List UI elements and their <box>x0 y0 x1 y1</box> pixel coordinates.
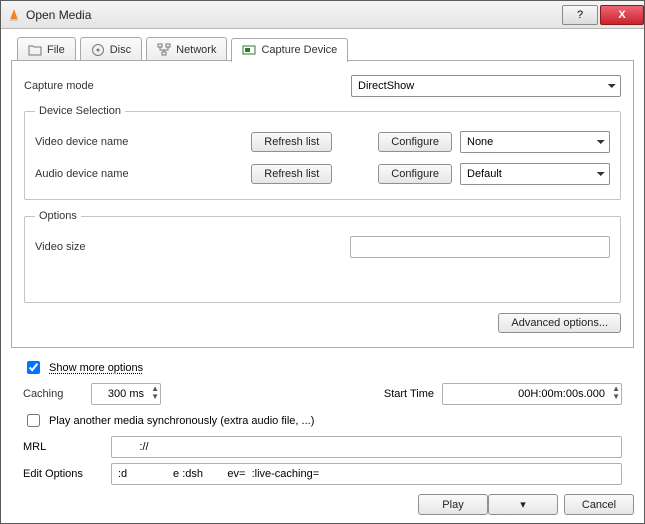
disc-icon <box>91 43 105 57</box>
edit-options-input[interactable] <box>111 463 622 485</box>
tab-network[interactable]: Network <box>146 37 227 61</box>
video-size-label: Video size <box>35 241 175 253</box>
chevron-down-icon: ▾ <box>520 499 526 511</box>
start-time-label: Start Time <box>384 388 434 400</box>
play-sync-label: Play another media synchronously (extra … <box>49 415 314 427</box>
audio-refresh-button[interactable]: Refresh list <box>251 164 332 184</box>
mrl-input[interactable] <box>111 436 622 458</box>
options-legend: Options <box>35 210 81 222</box>
advanced-options-button[interactable]: Advanced options... <box>498 313 621 333</box>
video-size-input[interactable] <box>350 236 610 258</box>
edit-options-label: Edit Options <box>23 468 103 480</box>
audio-device-label: Audio device name <box>35 168 175 180</box>
tab-capture[interactable]: Capture Device <box>231 38 348 62</box>
mrl-label: MRL <box>23 441 103 453</box>
show-more-options-check[interactable]: Show more options <box>23 358 622 377</box>
open-media-dialog: Open Media ? X File Disc Network Capture… <box>0 0 645 524</box>
start-time-spinner[interactable] <box>442 383 622 405</box>
spinner-buttons-icon[interactable]: ▲▼ <box>612 385 620 401</box>
play-sync-checkbox[interactable] <box>27 414 40 427</box>
show-more-label: Show more options <box>49 362 143 374</box>
close-button[interactable]: X <box>600 5 644 25</box>
tab-bar: File Disc Network Capture Device <box>11 37 634 61</box>
video-refresh-button[interactable]: Refresh list <box>251 132 332 152</box>
folder-icon <box>28 43 42 57</box>
video-device-label: Video device name <box>35 136 175 148</box>
app-icon <box>7 8 21 22</box>
titlebar: Open Media ? X <box>1 1 644 29</box>
audio-configure-button[interactable]: Configure <box>378 164 452 184</box>
dialog-footer: Play ▾ Cancel <box>1 488 644 523</box>
audio-device-select[interactable]: Default <box>460 163 610 185</box>
spinner-buttons-icon[interactable]: ▲▼ <box>151 385 159 401</box>
tab-file[interactable]: File <box>17 37 76 61</box>
network-icon <box>157 43 171 57</box>
caching-label: Caching <box>23 388 83 400</box>
cancel-button[interactable]: Cancel <box>564 494 634 515</box>
capture-panel: Capture mode DirectShow Device Selection… <box>11 60 634 348</box>
options-group: Options Video size <box>24 210 621 303</box>
capture-mode-select[interactable]: DirectShow <box>351 75 621 97</box>
play-button[interactable]: Play <box>418 494 488 515</box>
video-configure-button[interactable]: Configure <box>378 132 452 152</box>
capture-icon <box>242 43 256 57</box>
window-title: Open Media <box>26 8 560 22</box>
device-selection-group: Device Selection Video device name Refre… <box>24 105 621 200</box>
play-sync-check[interactable]: Play another media synchronously (extra … <box>23 411 622 430</box>
play-dropdown-button[interactable]: ▾ <box>488 494 558 515</box>
capture-mode-label: Capture mode <box>24 80 164 92</box>
tab-disc[interactable]: Disc <box>80 37 142 61</box>
help-button[interactable]: ? <box>562 5 598 25</box>
device-selection-legend: Device Selection <box>35 105 125 117</box>
video-device-select[interactable]: None <box>460 131 610 153</box>
show-more-checkbox[interactable] <box>27 361 40 374</box>
